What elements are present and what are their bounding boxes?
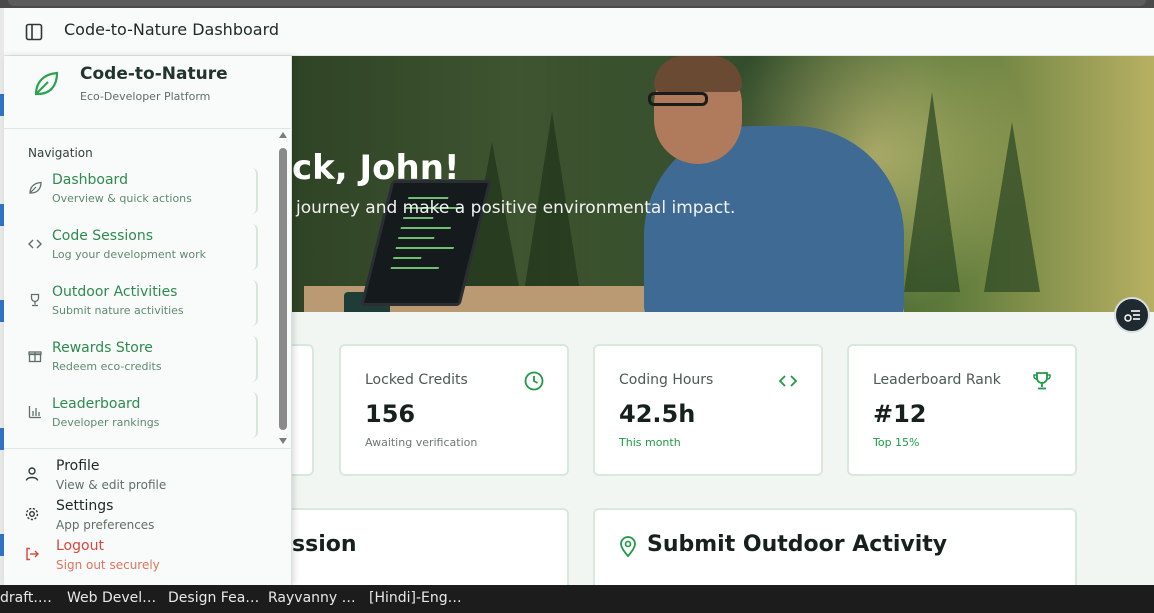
- sidebar-item-title: Code Sessions: [52, 228, 154, 244]
- sidebar-item-subtitle: View & edit profile: [56, 478, 167, 492]
- scroll-thumb[interactable]: [279, 148, 287, 430]
- gift-icon: [26, 348, 44, 366]
- sidebar-item-subtitle: Sign out securely: [56, 558, 160, 572]
- sidebar-item-dashboard[interactable]: Dashboard Overview & quick actions: [20, 168, 258, 214]
- app-header: Code-to-Nature Dashboard: [4, 8, 1154, 56]
- trophy-icon: [1031, 370, 1053, 392]
- sidebar-item-profile[interactable]: Profile View & edit profile: [24, 458, 274, 496]
- brand-name: Code-to-Nature: [80, 64, 228, 84]
- sidebar-item-subtitle: Log your development work: [52, 248, 207, 261]
- sidebar-item-subtitle: Developer rankings: [52, 416, 160, 429]
- sidebar-item-rewards-store[interactable]: Rewards Store Redeem eco-credits: [20, 336, 258, 382]
- taskbar-item[interactable]: draft.…: [0, 585, 52, 613]
- code-icon: [26, 236, 44, 254]
- stat-card-coding-hours: Coding Hours 42.5h This month: [593, 344, 823, 476]
- leaf-icon: [26, 180, 44, 198]
- stat-note: This month: [619, 436, 681, 449]
- stat-note: Top 15%: [873, 436, 920, 449]
- desktop-top-strip: [0, 0, 1154, 8]
- gear-icon: [24, 506, 40, 522]
- stat-label: Locked Credits: [365, 372, 468, 388]
- floating-settings-button[interactable]: [1114, 297, 1150, 333]
- sidebar-item-title: Outdoor Activities: [52, 284, 178, 300]
- panel-submit-outdoor-activity: Submit Outdoor Activity: [593, 508, 1077, 585]
- page-title: Code-to-Nature Dashboard: [64, 20, 280, 39]
- user-icon: [24, 466, 40, 482]
- stat-note: Awaiting verification: [365, 436, 478, 449]
- clock-icon: [523, 370, 545, 392]
- stat-label: Coding Hours: [619, 372, 714, 388]
- sidebar-toggle-icon[interactable]: [24, 22, 44, 42]
- stat-card-leaderboard-rank: Leaderboard Rank #12 Top 15%: [847, 344, 1077, 476]
- sidebar-item-subtitle: Redeem eco-credits: [52, 360, 162, 373]
- nav-heading: Navigation: [28, 146, 93, 160]
- map-pin-icon: [619, 536, 637, 558]
- hero-subtitle: journey and make a positive environmenta…: [296, 198, 736, 218]
- sidebar: Code-to-Nature Eco-Developer Platform Na…: [4, 56, 292, 585]
- panel-title: Submit Outdoor Activity: [647, 532, 948, 557]
- bar-chart-icon: [26, 404, 44, 422]
- code-icon: [777, 370, 799, 392]
- sidebar-item-leaderboard[interactable]: Leaderboard Developer rankings: [20, 392, 258, 438]
- sidebar-item-title: Profile: [56, 458, 100, 474]
- sidebar-item-subtitle: App preferences: [56, 518, 155, 532]
- divider: [4, 448, 292, 449]
- sidebar-item-subtitle: Submit nature activities: [52, 304, 184, 317]
- sidebar-item-settings[interactable]: Settings App preferences: [24, 498, 274, 536]
- divider: [4, 128, 292, 129]
- panel-code-session: ssion: [254, 508, 569, 585]
- sidebar-scrollbar[interactable]: [278, 132, 288, 444]
- sidebar-item-title: Rewards Store: [52, 340, 153, 356]
- sidebar-item-title: Leaderboard: [52, 396, 141, 412]
- brand-tagline: Eco-Developer Platform: [80, 90, 211, 103]
- taskbar-item[interactable]: Web Devel…: [67, 585, 156, 613]
- sidebar-item-title: Logout: [56, 538, 104, 554]
- panel-title: ssion: [292, 532, 357, 557]
- stat-value: #12: [873, 400, 927, 428]
- sidebar-item-outdoor-activities[interactable]: Outdoor Activities Submit nature activit…: [20, 280, 258, 326]
- taskbar-item[interactable]: Rayvanny …: [268, 585, 356, 613]
- stat-value: 156: [365, 400, 416, 428]
- stat-label: Leaderboard Rank: [873, 372, 1001, 388]
- trophy-icon: [26, 292, 44, 310]
- sidebar-item-logout[interactable]: Logout Sign out securely: [24, 538, 274, 576]
- taskbar-item[interactable]: [Hindi]-Eng…: [369, 585, 462, 613]
- sidebar-item-subtitle: Overview & quick actions: [52, 192, 192, 205]
- stat-value: 42.5h: [619, 400, 696, 428]
- sidebar-item-title: Dashboard: [52, 172, 128, 188]
- taskbar-item[interactable]: Design Fea…: [168, 585, 259, 613]
- leaf-logo-icon: [30, 68, 62, 100]
- stat-card-locked-credits: Locked Credits 156 Awaiting verification: [339, 344, 569, 476]
- taskbar: draft.… Web Devel… Design Fea… Rayvanny …: [0, 585, 1154, 613]
- scroll-down-arrow-icon[interactable]: [279, 438, 287, 444]
- scroll-up-arrow-icon[interactable]: [279, 132, 287, 138]
- hero-title: ck, John!: [292, 148, 460, 188]
- logout-icon: [24, 546, 40, 562]
- sidebar-item-title: Settings: [56, 498, 114, 514]
- sidebar-item-code-sessions[interactable]: Code Sessions Log your development work: [20, 224, 258, 270]
